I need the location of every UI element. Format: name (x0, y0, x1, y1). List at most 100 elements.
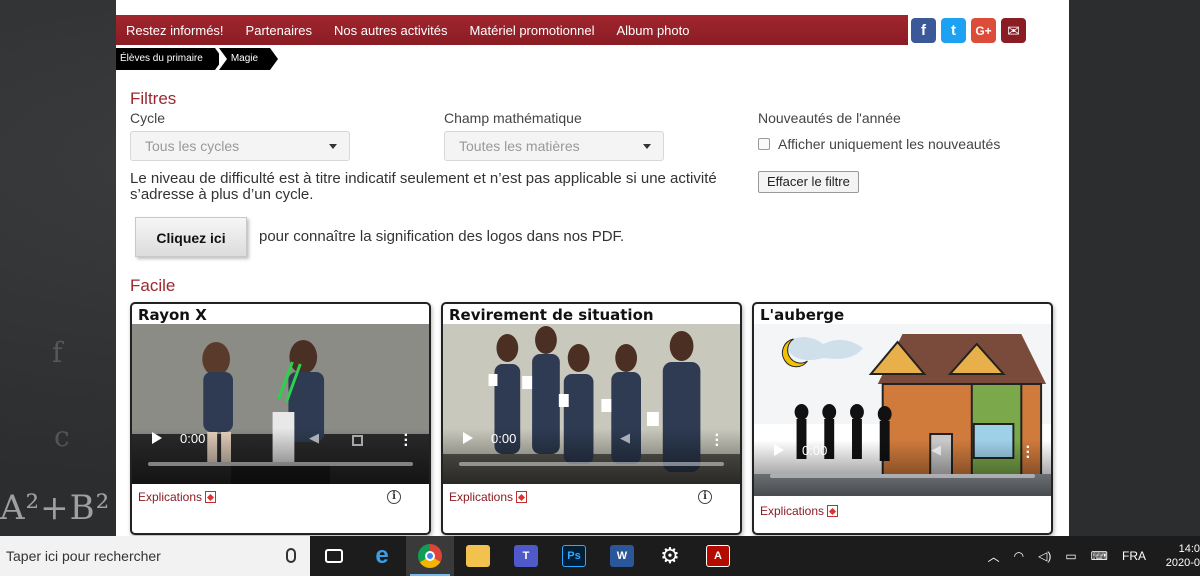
video-player[interactable]: 0:00 ◀ · · · (443, 324, 740, 484)
chalk-scribble: f (52, 336, 63, 369)
breadcrumb-magie[interactable]: Magie (218, 48, 279, 70)
explications-link[interactable]: Explications (138, 490, 217, 504)
nav-item-partenaires[interactable]: Partenaires (246, 23, 312, 38)
twitter-icon[interactable]: t (941, 18, 966, 43)
web-page: Restez informés! Partenaires Nos autres … (116, 0, 1069, 540)
clear-filter-button[interactable]: Effacer le filtre (758, 171, 859, 193)
microphone-icon[interactable] (286, 548, 296, 563)
card-footer: Explications i (132, 484, 429, 524)
field-select[interactable]: Toutes les matières (444, 131, 664, 161)
task-view-icon[interactable] (310, 536, 358, 576)
explications-label: Explications (760, 504, 825, 518)
speaker-icon[interactable]: ◁) (1038, 549, 1051, 563)
nav-item-restez-informes[interactable]: Restez informés! (126, 23, 224, 38)
field-select-value: Toutes les matières (459, 138, 580, 154)
video-controls (443, 428, 740, 484)
logo-meaning-text: pour connaître la signification des logo… (259, 228, 625, 245)
card-footer: Explications (754, 496, 1051, 533)
play-icon[interactable] (463, 432, 473, 444)
explications-link[interactable]: Explications (449, 490, 528, 504)
taskbar-search-input[interactable]: Taper ici pour rechercher (0, 536, 310, 576)
card-title: L'auberge (760, 306, 845, 324)
activity-card: L'auberge 0:00 ◀ · · · Explications (752, 302, 1053, 535)
video-controls (132, 428, 429, 484)
video-time: 0:00 (180, 431, 206, 446)
cycle-select[interactable]: Tous les cycles (130, 131, 350, 161)
news-label: Nouveautés de l'année (758, 110, 901, 126)
language-indicator[interactable]: FRA (1122, 549, 1146, 563)
click-here-button[interactable]: Cliquez ici (135, 217, 247, 257)
explications-link[interactable]: Explications (760, 504, 839, 518)
caret-down-icon (329, 144, 337, 149)
file-explorer-icon[interactable] (454, 536, 502, 576)
info-icon[interactable]: i (698, 490, 712, 504)
video-time: 0:00 (802, 443, 828, 458)
nav-item-autres-activites[interactable]: Nos autres activités (334, 23, 447, 38)
wifi-icon[interactable]: ◠ (1014, 549, 1024, 563)
more-options-icon[interactable]: · · · (1026, 440, 1031, 466)
card-title: Revirement de situation (449, 306, 654, 324)
activity-card: Rayon X 0:00 ◀ · · · Explications i (130, 302, 431, 535)
video-time: 0:00 (491, 431, 517, 446)
news-checkbox[interactable] (758, 138, 770, 150)
word-icon[interactable]: W (598, 536, 646, 576)
card-title: Rayon X (138, 306, 207, 324)
card-footer: Explications i (443, 484, 740, 524)
volume-icon[interactable]: ◀ (931, 442, 941, 458)
pdf-icon (516, 491, 528, 503)
play-icon[interactable] (152, 432, 162, 444)
chevron-up-icon[interactable]: ︿ (988, 548, 1000, 565)
pdf-icon (205, 491, 217, 503)
video-progress-bar[interactable] (148, 462, 413, 466)
cycle-select-value: Tous les cycles (145, 138, 240, 154)
acrobat-icon[interactable]: A (694, 536, 742, 576)
edge-icon[interactable]: e (358, 536, 406, 576)
chrome-icon[interactable] (406, 536, 454, 576)
explications-label: Explications (138, 490, 203, 504)
chalk-formula: A²+B² (0, 488, 111, 528)
breadcrumb: Élèves du primaire Magie (116, 48, 279, 70)
mail-icon[interactable]: ✉ (1001, 18, 1026, 43)
top-navigation: Restez informés! Partenaires Nos autres … (116, 15, 908, 45)
google-plus-icon[interactable]: G+ (971, 18, 996, 43)
photoshop-icon[interactable]: Ps (550, 536, 598, 576)
cycle-label: Cycle (130, 110, 166, 126)
clock-date: 2020-0 (1165, 557, 1200, 569)
video-progress-bar[interactable] (770, 474, 1035, 478)
volume-icon[interactable]: ◀ (309, 430, 319, 446)
more-options-icon[interactable]: · · · (715, 428, 720, 454)
news-checkbox-row: Afficher uniquement les nouveautés (758, 136, 1000, 152)
breadcrumb-eleves-primaire[interactable]: Élèves du primaire (116, 48, 223, 70)
news-checkbox-label: Afficher uniquement les nouveautés (778, 136, 1001, 152)
taskbar-search-placeholder: Taper ici pour rechercher (6, 548, 161, 564)
taskbar-clock[interactable]: 14:0 2020-0 (1160, 542, 1200, 570)
fullscreen-icon[interactable] (352, 435, 363, 446)
nav-item-album-photo[interactable]: Album photo (616, 23, 689, 38)
more-options-icon[interactable]: · · · (404, 428, 409, 454)
video-player[interactable]: 0:00 ◀ · · · (132, 324, 429, 484)
system-tray: ︿ ◠ ◁) ▭ ⌨ FRA 14:0 2020-0 (988, 536, 1200, 576)
battery-icon[interactable]: ▭ (1065, 549, 1076, 563)
settings-gear-icon[interactable]: ⚙ (646, 536, 694, 576)
info-icon[interactable]: i (387, 490, 401, 504)
field-label: Champ mathématique (444, 110, 582, 126)
nav-item-materiel-promotionnel[interactable]: Matériel promotionnel (469, 23, 594, 38)
filters-title: Filtres (130, 89, 177, 108)
keyboard-icon[interactable]: ⌨ (1091, 549, 1108, 563)
explications-label: Explications (449, 490, 514, 504)
volume-icon[interactable]: ◀ (620, 430, 630, 446)
section-title-facile: Facile (130, 276, 176, 295)
activity-card: Revirement de situation 0:00 ◀ · · · Exp… (441, 302, 742, 535)
video-controls (754, 440, 1051, 496)
social-links: f t G+ ✉ (911, 18, 1031, 43)
video-player[interactable]: 0:00 ◀ · · · (754, 324, 1051, 496)
teams-icon[interactable]: T (502, 536, 550, 576)
pdf-icon (827, 505, 839, 517)
chalk-scribble: c (54, 420, 70, 453)
play-icon[interactable] (774, 444, 784, 456)
clock-time: 14:0 (1178, 543, 1200, 555)
caret-down-icon (643, 144, 651, 149)
video-progress-bar[interactable] (459, 462, 724, 466)
difficulty-notice: Le niveau de difficulté est à titre indi… (130, 170, 717, 203)
facebook-icon[interactable]: f (911, 18, 936, 43)
